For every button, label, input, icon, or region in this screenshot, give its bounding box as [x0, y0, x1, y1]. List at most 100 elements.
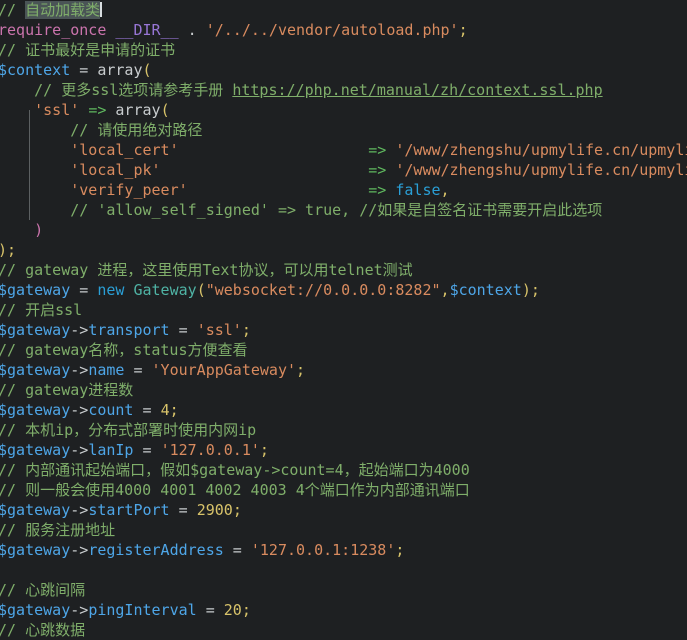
code-token: __DIR__ [115, 21, 179, 39]
code-token: // gateway名称，status方便查看 [0, 341, 248, 359]
code-line[interactable]: // 服务注册地址 [0, 520, 687, 540]
code-token: ; [395, 541, 405, 559]
code-line[interactable]: // gateway进程数 [0, 380, 687, 400]
code-token: => [368, 181, 387, 199]
code-token[interactable]: https://php.net/manual/zh/context.ssl.ph… [232, 81, 602, 99]
code-token: 'verify_peer' [70, 181, 188, 199]
code-line[interactable]: // gateway 进程，这里使用Text协议，可以用telnet测试 [0, 260, 687, 280]
code-line[interactable]: $gateway->name = 'YourAppGateway'; [0, 360, 687, 380]
code-token: ( [196, 281, 206, 299]
code-line[interactable]: $gateway = new Gateway("websocket://0.0.… [0, 280, 687, 300]
code-token: $gateway [0, 281, 71, 299]
code-line[interactable]: $gateway->transport = 'ssl'; [0, 320, 687, 340]
code-token: $gateway [0, 541, 71, 559]
code-token: 20 [223, 601, 242, 619]
code-token: = [133, 441, 161, 459]
code-token: 'ssl' [196, 321, 242, 339]
code-line[interactable]: $gateway->lanIp = '127.0.0.1'; [0, 440, 687, 460]
code-line[interactable]: $gateway->pingInterval = 20; [0, 600, 687, 620]
code-token: , [440, 181, 450, 199]
code-token: ) [0, 241, 7, 259]
code-token: // 请使用绝对路径 [0, 121, 203, 139]
code-line[interactable]: // 请使用绝对路径 [0, 120, 687, 140]
code-token: ) [521, 281, 531, 299]
code-token: ( [142, 61, 152, 79]
code-line[interactable]: 'local_pk' => '/www/zhengshu/upmylife.cn… [0, 160, 687, 180]
code-line[interactable] [0, 560, 687, 580]
code-line[interactable]: ) [0, 220, 687, 240]
code-line[interactable]: // 本机ip，分布式部署时使用内网ip [0, 420, 687, 440]
code-token: $context [0, 61, 71, 79]
code-token: count [88, 401, 134, 419]
code-token: -> [70, 441, 89, 459]
code-token: ; [296, 361, 306, 379]
code-line[interactable]: // 心跳数据 [0, 620, 687, 640]
code-token: $gateway [0, 321, 71, 339]
code-token: = [223, 541, 251, 559]
code-token: '/www/zhengshu/upmylife.cn/upmylife.cn.k… [395, 161, 687, 179]
code-editor[interactable]: // 自动加载类 require_once __DIR__ . '/../../v… [0, 0, 687, 640]
code-token: Gateway [133, 281, 197, 299]
code-line[interactable]: 'ssl' => array( [0, 100, 687, 120]
code-line[interactable]: // gateway名称，status方便查看 [0, 340, 687, 360]
code-line[interactable]: // 则一般会使用4000 4001 4002 4003 4个端口作为内部通讯端… [0, 480, 687, 500]
code-token: 2900 [196, 501, 233, 519]
code-line[interactable]: 'local_cert' => '/www/zhengshu/upmylife.… [0, 140, 687, 160]
code-token: // 本机ip，分布式部署时使用内网ip [0, 421, 257, 439]
code-token: name [88, 361, 125, 379]
code-line[interactable]: $gateway->startPort = 2900; [0, 500, 687, 520]
code-line[interactable]: $gateway->count = 4; [0, 400, 687, 420]
code-token: // 心跳间隔 [0, 581, 86, 599]
code-line[interactable]: // 心跳间隔 [0, 580, 687, 600]
code-token: // 则一般会使用4000 4001 4002 4003 4个端口作为内部通讯端… [0, 481, 470, 499]
code-token: array [115, 101, 161, 119]
code-token: -> [70, 601, 89, 619]
code-line[interactable]: require_once __DIR__ . '/../../vendor/au… [0, 20, 687, 40]
selected-text: 自动加载类 [25, 1, 101, 19]
code-token: // [0, 1, 26, 19]
code-token: = [169, 321, 197, 339]
code-line[interactable]: // 开启ssl [0, 300, 687, 320]
code-token: = [124, 361, 152, 379]
code-token: false [395, 181, 441, 199]
code-token: -> [70, 361, 89, 379]
code-line[interactable]: ); [0, 240, 687, 260]
code-token: ; [241, 321, 251, 339]
code-line[interactable]: // 更多ssl选项请参考手册 https://php.net/manual/z… [0, 80, 687, 100]
code-token: $context [449, 281, 522, 299]
code-token: ( [160, 101, 170, 119]
code-token: // 心跳数据 [0, 621, 86, 639]
code-token: $gateway [0, 361, 71, 379]
code-token: $gateway [0, 441, 71, 459]
code-line[interactable]: $gateway->registerAddress = '127.0.0.1:1… [0, 540, 687, 560]
code-token: registerAddress [88, 541, 224, 559]
code-token: ; [232, 501, 242, 519]
code-token: // 证书最好是申请的证书 [0, 41, 176, 59]
code-lines-container[interactable]: // 自动加载类 require_once __DIR__ . '/../../v… [0, 0, 687, 640]
code-line[interactable]: 'verify_peer' => false, [0, 180, 687, 200]
code-token: -> [70, 501, 89, 519]
code-token: $gateway [0, 501, 71, 519]
code-line[interactable]: // 自动加载类 [0, 0, 687, 20]
code-token: 'local_cert' [70, 141, 179, 159]
code-token: '127.0.0.1' [160, 441, 260, 459]
code-line[interactable]: // 证书最好是申请的证书 [0, 40, 687, 60]
code-token: . [187, 21, 197, 39]
code-token: = [133, 401, 161, 419]
code-line[interactable]: // 内部通讯起始端口，假如$gateway->count=4，起始端口为400… [0, 460, 687, 480]
code-token: -> [70, 321, 89, 339]
code-token: // 开启ssl [0, 301, 83, 319]
code-line[interactable]: // 'allow_self_signed' => true, //如果是自签名… [0, 200, 687, 220]
code-token: = [196, 601, 224, 619]
code-token: 'YourAppGateway' [151, 361, 297, 379]
code-line[interactable]: $context = array( [0, 60, 687, 80]
code-token: ; [259, 441, 269, 459]
